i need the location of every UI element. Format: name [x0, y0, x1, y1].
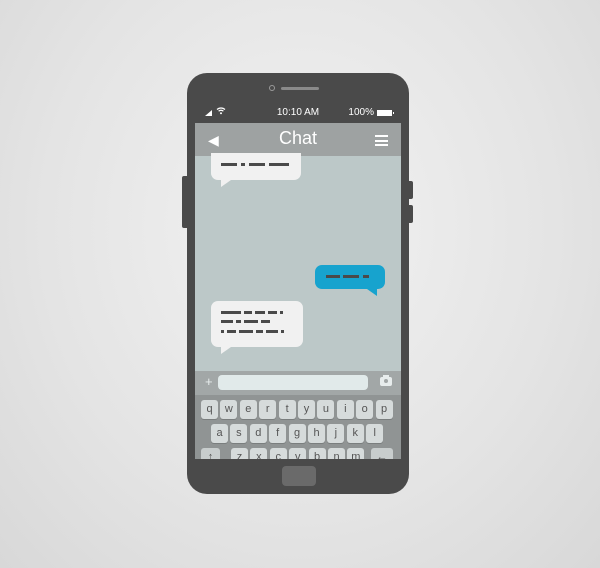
message-composer: + [195, 371, 401, 395]
key-c[interactable]: c [269, 448, 287, 459]
key-a[interactable]: a [211, 424, 228, 443]
key-w[interactable]: w [220, 400, 238, 419]
key-i[interactable]: i [336, 400, 354, 419]
key-x[interactable]: x [250, 448, 268, 459]
key-z[interactable]: z [231, 448, 248, 459]
phone-frame: 10:10 AM 100% ◀ Chat + ↑ ← q w e r t y u… [187, 73, 409, 494]
key-m[interactable]: m [347, 448, 365, 459]
page-title: Chat [278, 128, 318, 148]
battery-icon [377, 110, 394, 116]
message-bubble-outgoing [315, 265, 385, 296]
key-r[interactable]: r [259, 400, 277, 419]
message-input[interactable] [218, 375, 368, 390]
key-y[interactable]: y [298, 400, 315, 419]
key-n[interactable]: n [328, 448, 345, 459]
key-h[interactable]: h [308, 424, 325, 443]
keyboard: ↑ ← ··· ⚙ return qwertyuiopasdfghjklzxcv… [195, 395, 401, 459]
chat-header: ◀ Chat [195, 123, 401, 156]
key-l[interactable]: l [366, 424, 384, 443]
key-q[interactable]: q [201, 400, 218, 419]
key-e[interactable]: e [239, 400, 257, 419]
key-t[interactable]: t [278, 400, 296, 419]
key-g[interactable]: g [288, 424, 306, 443]
shift-key[interactable]: ↑ [201, 448, 220, 459]
key-p[interactable]: p [375, 400, 393, 419]
key-k[interactable]: k [346, 424, 364, 443]
earpiece-speaker [281, 87, 319, 90]
home-button[interactable] [282, 466, 316, 486]
key-u[interactable]: u [317, 400, 335, 419]
chat-screen: ◀ Chat + ↑ ← q w e r t y u i o p a s d f… [195, 123, 401, 459]
status-bar: 10:10 AM 100% [195, 104, 401, 122]
message-bubble-incoming [211, 301, 303, 354]
key-o[interactable]: o [356, 400, 374, 419]
backspace-key[interactable]: ← [371, 448, 393, 459]
key-d[interactable]: d [249, 424, 267, 443]
message-bubble-incoming [211, 153, 301, 187]
key-b[interactable]: b [308, 448, 326, 459]
key-v[interactable]: v [289, 448, 307, 459]
key-j[interactable]: j [327, 424, 345, 443]
add-attachment-button[interactable]: + [205, 374, 213, 389]
battery-percent: 100% [348, 107, 374, 118]
key-s[interactable]: s [230, 424, 248, 443]
key-f[interactable]: f [269, 424, 287, 443]
front-camera [269, 85, 275, 91]
hamburger-menu-icon[interactable] [375, 135, 388, 149]
camera-icon[interactable] [380, 375, 392, 386]
